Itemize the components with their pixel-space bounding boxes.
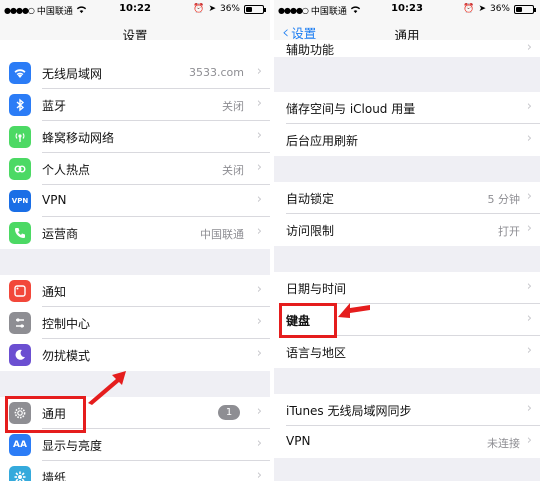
row-value: 中国联通 <box>200 228 244 241</box>
settings-row-cellular[interactable]: 蜂窝移动网络 › <box>0 121 270 153</box>
row-label: 勿扰模式 <box>42 349 91 363</box>
chevron-right-icon: › <box>526 311 532 326</box>
chevron-right-icon: › <box>256 436 262 451</box>
row-label: 自动锁定 <box>286 192 335 206</box>
alarm-icon: ⏰ <box>463 4 475 14</box>
arrow-icon <box>338 303 370 318</box>
row-label: 日期与时间 <box>286 282 347 296</box>
highlight-general <box>5 396 86 433</box>
chevron-right-icon: › <box>256 64 262 79</box>
settings-row-wallpaper[interactable]: 墙纸 › <box>0 461 270 481</box>
chevron-right-icon: › <box>526 40 532 55</box>
row-label: 蓝牙 <box>42 99 67 113</box>
chevron-right-icon: › <box>256 128 262 143</box>
row-value: 关闭 <box>222 164 244 177</box>
general-row-9[interactable]: iTunes 无线局域网同步 › <box>274 394 540 426</box>
chevron-right-icon: › <box>256 282 262 297</box>
general-row-3[interactable]: 后台应用刷新 › <box>274 124 540 156</box>
row-label: VPN <box>286 434 311 448</box>
chevron-right-icon: › <box>256 224 262 239</box>
status-bar: ●●●●○ 中国联通 10:23 ⏰ ➤ 36% <box>274 0 540 18</box>
chevron-right-icon: › <box>256 314 262 329</box>
wallpaper-icon <box>9 466 31 481</box>
settings-row-notifications[interactable]: 通知 › <box>0 275 270 307</box>
general-row-1[interactable]: 辅助功能 › <box>274 40 540 57</box>
row-label: 访问限制 <box>286 224 335 238</box>
phone-icon <box>9 222 31 244</box>
settings-row-control-center[interactable]: 控制中心 › <box>0 307 270 339</box>
vpn-icon: VPN <box>9 190 31 212</box>
settings-row-wifi[interactable]: 无线局域网 3533.com › <box>0 57 270 89</box>
row-label: 无线局域网 <box>42 67 103 81</box>
row-label: 通知 <box>42 285 67 299</box>
battery-percent: 36% <box>219 4 240 14</box>
chevron-right-icon: › <box>526 343 532 358</box>
chevron-right-icon: › <box>256 160 262 175</box>
general-row-2[interactable]: 储存空间与 iCloud 用量 › <box>274 92 540 124</box>
alarm-icon: ⏰ <box>193 4 205 14</box>
battery-icon <box>244 4 266 14</box>
settings-row-moon[interactable]: 勿扰模式 › <box>0 339 270 371</box>
general-row-4[interactable]: 自动锁定 5 分钟 › <box>274 182 540 214</box>
settings-row-phone[interactable]: 运营商 中国联通 › <box>0 217 270 249</box>
chevron-right-icon: › <box>526 279 532 294</box>
chevron-right-icon: › <box>526 401 532 416</box>
row-value: 关闭 <box>222 100 244 113</box>
row-label: 语言与地区 <box>286 346 347 360</box>
status-bar: ●●●●○ 中国联通 10:22 ⏰ ➤ 36% <box>0 0 270 18</box>
row-value: 5 分钟 <box>487 193 521 206</box>
general-row-6[interactable]: 日期与时间 › <box>274 272 540 304</box>
chevron-right-icon: › <box>256 468 262 481</box>
wifi-icon <box>9 62 31 84</box>
chevron-right-icon: › <box>256 96 262 111</box>
cellular-icon <box>9 126 31 148</box>
chevron-right-icon: › <box>526 433 532 448</box>
row-label: 墙纸 <box>42 471 67 481</box>
chevron-right-icon: › <box>526 131 532 146</box>
arrow-icon <box>88 371 126 405</box>
settings-row-hotspot[interactable]: 个人热点 关闭 › <box>0 153 270 185</box>
settings-row-display[interactable]: AA 显示与亮度 › <box>0 429 270 461</box>
highlight-keyboard <box>279 303 337 338</box>
chevron-right-icon: › <box>526 221 532 236</box>
location-icon: ➤ <box>208 4 216 14</box>
bluetooth-icon <box>9 94 31 116</box>
chevron-right-icon: › <box>526 99 532 114</box>
list-item-partial <box>0 40 270 57</box>
row-label: 后台应用刷新 <box>286 134 359 148</box>
notifications-icon <box>9 280 31 302</box>
battery-icon <box>514 4 536 14</box>
row-label: 控制中心 <box>42 317 91 331</box>
chevron-right-icon: › <box>256 404 262 419</box>
control-center-icon <box>9 312 31 334</box>
general-row-10[interactable]: VPN 未连接 › <box>274 426 540 458</box>
chevron-right-icon: › <box>526 189 532 204</box>
row-label: 个人热点 <box>42 163 91 177</box>
row-value: 打开 <box>498 225 520 238</box>
row-label: 储存空间与 iCloud 用量 <box>286 102 416 116</box>
general-row-8[interactable]: 语言与地区 › <box>274 336 540 368</box>
row-label: 蜂窝移动网络 <box>42 131 115 145</box>
moon-icon <box>9 344 31 366</box>
row-label: 辅助功能 <box>286 43 335 57</box>
settings-row-bluetooth[interactable]: 蓝牙 关闭 › <box>0 89 270 121</box>
row-value: 3533.com <box>189 66 244 79</box>
settings-row-vpn[interactable]: VPN VPN › <box>0 185 270 217</box>
location-icon: ➤ <box>478 4 486 14</box>
row-value: 未连接 <box>487 437 520 450</box>
display-icon: AA <box>9 434 31 456</box>
general-screen: ●●●●○ 中国联通 10:23 ⏰ ➤ 36% ‹ 设置 通用 辅助功能 › 储存… <box>274 0 540 481</box>
hotspot-icon <box>9 158 31 180</box>
chevron-right-icon: › <box>256 346 262 361</box>
row-label: 运营商 <box>42 227 79 241</box>
general-row-5[interactable]: 访问限制 打开 › <box>274 214 540 246</box>
badge-count: 1 <box>218 405 240 420</box>
row-label: VPN <box>42 193 67 207</box>
chevron-right-icon: › <box>256 192 262 207</box>
row-label: 显示与亮度 <box>42 439 103 453</box>
row-label: iTunes 无线局域网同步 <box>286 404 412 418</box>
battery-percent: 36% <box>489 4 510 14</box>
